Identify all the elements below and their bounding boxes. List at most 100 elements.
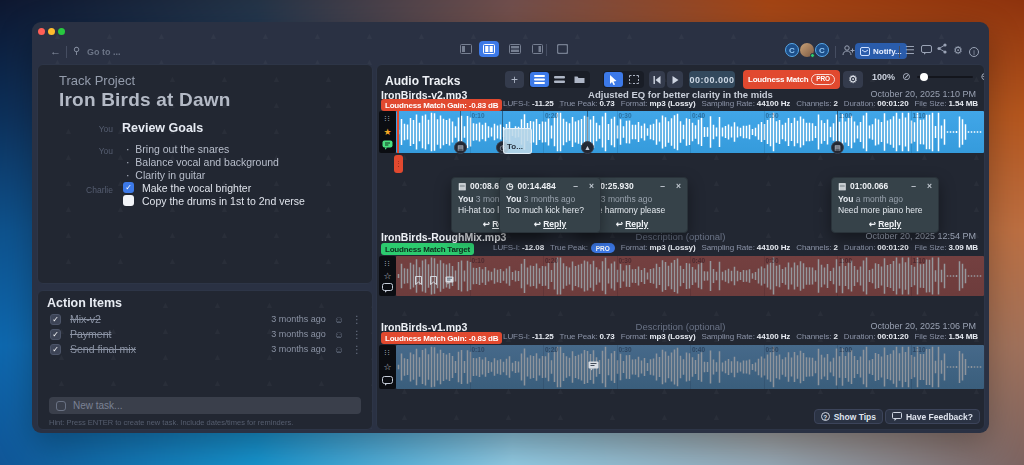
star-icon[interactable]: ☆ — [381, 270, 394, 282]
comment-marker-comment-icon[interactable]: ▤ — [454, 141, 467, 154]
review-author-2: You — [73, 146, 113, 156]
reaction-icon[interactable]: ☺ — [334, 329, 344, 340]
play-button[interactable] — [667, 71, 683, 88]
playhead[interactable] — [397, 111, 399, 153]
popup-close-icon[interactable]: × — [589, 181, 594, 191]
folder-view-button[interactable] — [570, 72, 589, 87]
audio-tracks-title: Audio Tracks — [385, 74, 460, 88]
popup-minimize-icon[interactable]: – — [660, 181, 665, 191]
reaction-icon[interactable]: ☺ — [334, 314, 344, 325]
bookmark-icon[interactable] — [430, 271, 437, 289]
info-icon[interactable]: i — [969, 45, 979, 57]
columns-view-icon[interactable] — [479, 41, 499, 57]
timeline-tick: 1:00 — [839, 346, 852, 353]
drag-handle-icon[interactable]: ⁝⁝ — [381, 113, 394, 125]
comment-bubble-icon[interactable] — [381, 139, 394, 151]
timeline-tick: 0:40 — [692, 112, 705, 119]
action-item-checkbox[interactable]: ✓ — [50, 314, 61, 325]
popup-reply-link[interactable]: ↩ Reply — [832, 216, 938, 232]
action-item-checkbox[interactable]: ✓ — [50, 344, 61, 355]
action-item-label: Send final mix — [70, 343, 271, 355]
popup-reply-link[interactable]: ↩ Reply — [500, 216, 600, 232]
view-mode-group — [529, 71, 590, 88]
zoom-slider[interactable] — [917, 76, 973, 78]
compact-view-button[interactable] — [550, 72, 569, 87]
zoom-controls: 100% ⊘ ⊕ — [872, 71, 985, 82]
checkbox-unchecked[interactable] — [123, 195, 134, 206]
comment-marker-warning-icon[interactable]: ▲ — [581, 141, 594, 154]
track-waveform[interactable]: 0:100:200:300:400:501:001:10 — [396, 256, 984, 296]
zoom-slider-knob[interactable] — [920, 73, 928, 81]
panel-icon[interactable] — [527, 41, 547, 57]
close-button[interactable] — [38, 28, 45, 35]
avatar-collaborator-1[interactable]: C — [785, 43, 799, 57]
track-date: October 20, 2025 1:06 PM — [870, 321, 976, 331]
timeline-tick: 0:50 — [766, 346, 779, 353]
rows-view-icon[interactable] — [505, 41, 525, 57]
popup-close-icon[interactable]: × — [676, 181, 681, 191]
skip-start-button[interactable] — [649, 71, 665, 88]
track3-comment-indicator[interactable] — [588, 361, 601, 371]
track-gutter: ⁝⁝☆ — [379, 256, 396, 296]
stat-item: File Size:3.09 MB — [915, 243, 978, 252]
drag-handle-icon[interactable]: ⁝⁝ — [381, 347, 394, 359]
item-menu-icon[interactable]: ⋮ — [352, 329, 362, 340]
playhead-pin[interactable]: ⋮ — [394, 155, 403, 173]
star-icon[interactable]: ★ — [381, 126, 394, 138]
comment-bubble-icon[interactable] — [381, 282, 394, 294]
action-item-checkbox[interactable]: ✓ — [50, 329, 61, 340]
add-user-icon[interactable] — [842, 45, 855, 58]
marquee-tool-button[interactable] — [624, 72, 643, 87]
new-task-placeholder: New task... — [73, 400, 122, 411]
stat-item: True Peak:0.73 — [560, 99, 615, 108]
stat-item: Sampling Rate:44100 Hz — [702, 332, 791, 341]
comment-box-icon[interactable] — [445, 271, 454, 289]
comments-icon[interactable] — [921, 45, 932, 57]
zoom-button[interactable] — [58, 28, 65, 35]
item-menu-icon[interactable]: ⋮ — [352, 314, 362, 325]
pointer-tool-button[interactable] — [604, 72, 623, 87]
track-date: October 20, 2025 1:10 PM — [870, 89, 976, 99]
minimize-button[interactable] — [48, 28, 55, 35]
zoom-out-icon[interactable]: ⊘ — [902, 71, 910, 82]
track2-markers — [415, 271, 454, 289]
settings-gear-icon[interactable]: ⚙ — [953, 44, 963, 57]
list-view-button[interactable] — [530, 72, 549, 87]
loudness-settings-button[interactable]: ⚙ — [843, 71, 863, 88]
back-icon[interactable]: ← — [50, 45, 61, 57]
reaction-icon[interactable]: ☺ — [334, 344, 344, 355]
bookmark-icon[interactable] — [415, 271, 422, 289]
track-stats: LUFS-I:-12.08True Peak:PROFormat:mp3 (Lo… — [493, 243, 978, 252]
share-icon[interactable] — [937, 43, 947, 56]
track-loudness-badge: Loudness Match Gain: -0.83 dB — [381, 332, 502, 344]
popup-minimize-icon[interactable]: – — [573, 181, 578, 191]
popup-close-icon[interactable]: × — [927, 181, 932, 191]
star-icon[interactable]: ☆ — [381, 361, 394, 373]
app-version: Opusonix Studio 16.4 — [898, 428, 979, 430]
item-menu-icon[interactable]: ⋮ — [352, 344, 362, 355]
comment-marker-comment-icon[interactable]: ▤ — [831, 141, 844, 154]
drag-handle-icon[interactable]: ⁝⁝ — [381, 258, 394, 270]
panel-left-icon[interactable] — [456, 41, 476, 57]
track-waveform[interactable]: 0:100:200:300:400:501:001:10 — [396, 111, 984, 153]
have-feedback-button[interactable]: Have Feedback? — [885, 409, 980, 424]
add-track-button[interactable]: + — [505, 71, 524, 88]
list-icon[interactable]: ☰ — [905, 44, 915, 57]
loudness-match-button[interactable]: Loudness Match PRO — [743, 70, 840, 89]
project-title: Iron Birds at Dawn — [59, 89, 230, 111]
goto-search-input[interactable]: Go to ... — [87, 47, 121, 57]
desktop-background: ▲▲▲▲▲▲▲▲▲▲▲▲▲▲▲▲▲▲▲▲▲▲▲▲▲▲▲▲▲▲▲▲▲▲▲▲▲▲▲▲… — [0, 0, 1024, 465]
review-check-row: ✓Make the vocal brighter — [123, 182, 305, 193]
search-icon[interactable]: ⚲ — [73, 45, 80, 56]
comment-bubble-icon[interactable] — [381, 375, 394, 387]
avatar-collaborator-2[interactable] — [800, 43, 814, 57]
avatar-collaborator-3[interactable]: C — [815, 43, 829, 57]
checkbox-checked[interactable]: ✓ — [123, 182, 134, 193]
new-task-input[interactable]: New task... — [49, 397, 361, 414]
frame-icon[interactable] — [552, 41, 572, 57]
show-tips-button[interactable]: ? Show Tips — [814, 409, 883, 424]
track-waveform[interactable]: 0:100:200:300:400:501:001:10 — [396, 345, 984, 389]
zoom-in-icon[interactable]: ⊕ — [980, 71, 985, 82]
popup-minimize-icon[interactable]: – — [911, 181, 916, 191]
titlebar-separator-3 — [899, 46, 900, 58]
